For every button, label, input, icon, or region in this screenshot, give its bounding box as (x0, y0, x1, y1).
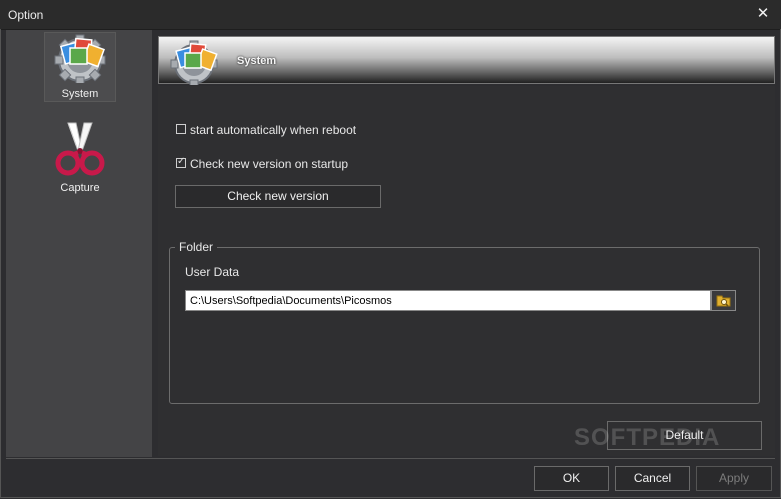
section-banner: System (158, 36, 775, 85)
check-new-version-button[interactable]: Check new version (175, 185, 381, 208)
gear-photos-icon (54, 34, 106, 86)
folder-search-icon (716, 295, 731, 307)
title-bar: Option ✕ (0, 0, 781, 30)
default-button[interactable]: Default (607, 421, 762, 450)
checkbox-label: start automatically when reboot (190, 123, 357, 137)
checkbox-box[interactable] (176, 124, 186, 134)
window-title: Option (8, 8, 44, 22)
gear-photos-icon (170, 40, 218, 85)
check-icon: ✓ (177, 156, 186, 167)
apply-button[interactable]: Apply (696, 466, 772, 491)
banner-title: System (237, 55, 277, 67)
sidebar: System Capture (6, 30, 152, 457)
user-data-label: User Data (185, 265, 240, 279)
folder-legend: Folder (175, 240, 218, 254)
folder-group (169, 247, 760, 404)
scissors-icon (55, 122, 105, 176)
sidebar-item-label: System (61, 88, 99, 100)
checkbox-label: Check new version on startup (190, 157, 349, 171)
cancel-button[interactable]: Cancel (615, 466, 690, 491)
user-data-path-input[interactable] (185, 290, 711, 311)
sidebar-item-label: Capture (60, 182, 100, 194)
checkbox-box[interactable]: ✓ (176, 156, 186, 168)
close-icon[interactable]: ✕ (753, 4, 773, 24)
sidebar-item-capture[interactable]: Capture (44, 120, 116, 194)
sidebar-item-system[interactable]: System (44, 32, 116, 102)
browse-folder-button[interactable] (711, 290, 736, 311)
ok-button[interactable]: OK (534, 466, 609, 491)
